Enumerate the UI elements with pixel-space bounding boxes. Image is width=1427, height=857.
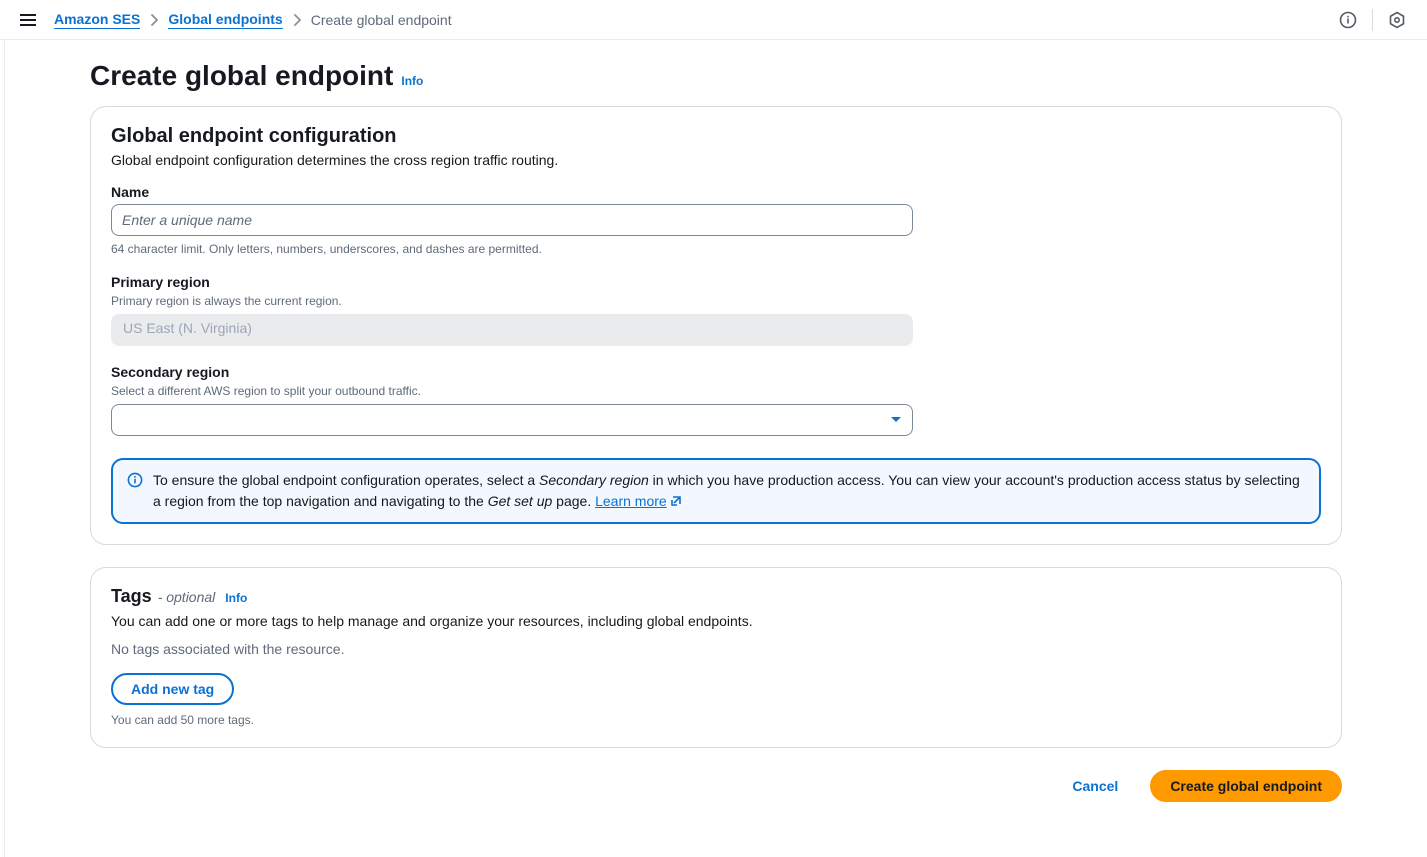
- breadcrumb-parent-link[interactable]: Global endpoints: [168, 11, 282, 29]
- main: Create global endpoint Info Global endpo…: [4, 40, 1427, 857]
- breadcrumb-root-link[interactable]: Amazon SES: [54, 11, 140, 29]
- divider: [1372, 9, 1373, 31]
- chevron-right-icon: [293, 14, 301, 26]
- settings-icon[interactable]: [1383, 6, 1411, 34]
- tags-empty: No tags associated with the resource.: [111, 641, 1321, 657]
- page-title: Create global endpoint: [90, 60, 393, 92]
- content: Create global endpoint Info Global endpo…: [86, 60, 1346, 802]
- tags-description: You can add one or more tags to help man…: [111, 613, 1321, 629]
- config-heading: Global endpoint configuration: [111, 125, 1321, 148]
- config-panel: Global endpoint configuration Global end…: [90, 106, 1342, 545]
- breadcrumb-current: Create global endpoint: [311, 12, 452, 28]
- config-description: Global endpoint configuration determines…: [111, 152, 1321, 168]
- page-info-link[interactable]: Info: [401, 74, 423, 88]
- help-icon[interactable]: [1334, 6, 1362, 34]
- primary-region-label: Primary region: [111, 274, 913, 290]
- name-help: 64 character limit. Only letters, number…: [111, 242, 913, 256]
- primary-region-value: US East (N. Virginia): [111, 314, 913, 346]
- caret-down-icon: [890, 416, 902, 424]
- tags-panel: Tags - optional Info You can add one or …: [90, 567, 1342, 748]
- secondary-region-select[interactable]: [111, 404, 913, 436]
- learn-more-link[interactable]: Learn more: [595, 493, 683, 509]
- tags-title-row: Tags - optional Info: [111, 586, 1321, 611]
- topbar-left: Amazon SES Global endpoints Create globa…: [16, 10, 452, 30]
- footer-actions: Cancel Create global endpoint: [90, 770, 1342, 802]
- create-button[interactable]: Create global endpoint: [1150, 770, 1342, 802]
- name-label: Name: [111, 184, 913, 200]
- alert-text: To ensure the global endpoint configurat…: [153, 470, 1305, 512]
- breadcrumb: Amazon SES Global endpoints Create globa…: [54, 11, 452, 29]
- tags-info-link[interactable]: Info: [225, 591, 247, 605]
- primary-region-sub: Primary region is always the current reg…: [111, 294, 913, 308]
- tags-optional: - optional: [158, 589, 216, 605]
- chevron-right-icon: [150, 14, 158, 26]
- secondary-region-sub: Select a different AWS region to split y…: [111, 384, 913, 398]
- info-icon: [127, 472, 143, 512]
- topbar: Amazon SES Global endpoints Create globa…: [0, 0, 1427, 40]
- secondary-region-field: Secondary region Select a different AWS …: [111, 364, 913, 436]
- page-title-row: Create global endpoint Info: [90, 60, 1342, 92]
- topbar-right: [1334, 6, 1411, 34]
- external-link-icon: [669, 494, 683, 508]
- info-alert: To ensure the global endpoint configurat…: [111, 458, 1321, 524]
- tags-remaining: You can add 50 more tags.: [111, 713, 1321, 727]
- primary-region-field: Primary region Primary region is always …: [111, 274, 913, 346]
- name-input[interactable]: [111, 204, 913, 236]
- cancel-button[interactable]: Cancel: [1054, 770, 1136, 802]
- add-tag-button[interactable]: Add new tag: [111, 673, 234, 705]
- secondary-region-label: Secondary region: [111, 364, 913, 380]
- name-field: Name 64 character limit. Only letters, n…: [111, 184, 913, 256]
- menu-toggle-icon[interactable]: [16, 10, 40, 30]
- tags-heading: Tags: [111, 586, 152, 607]
